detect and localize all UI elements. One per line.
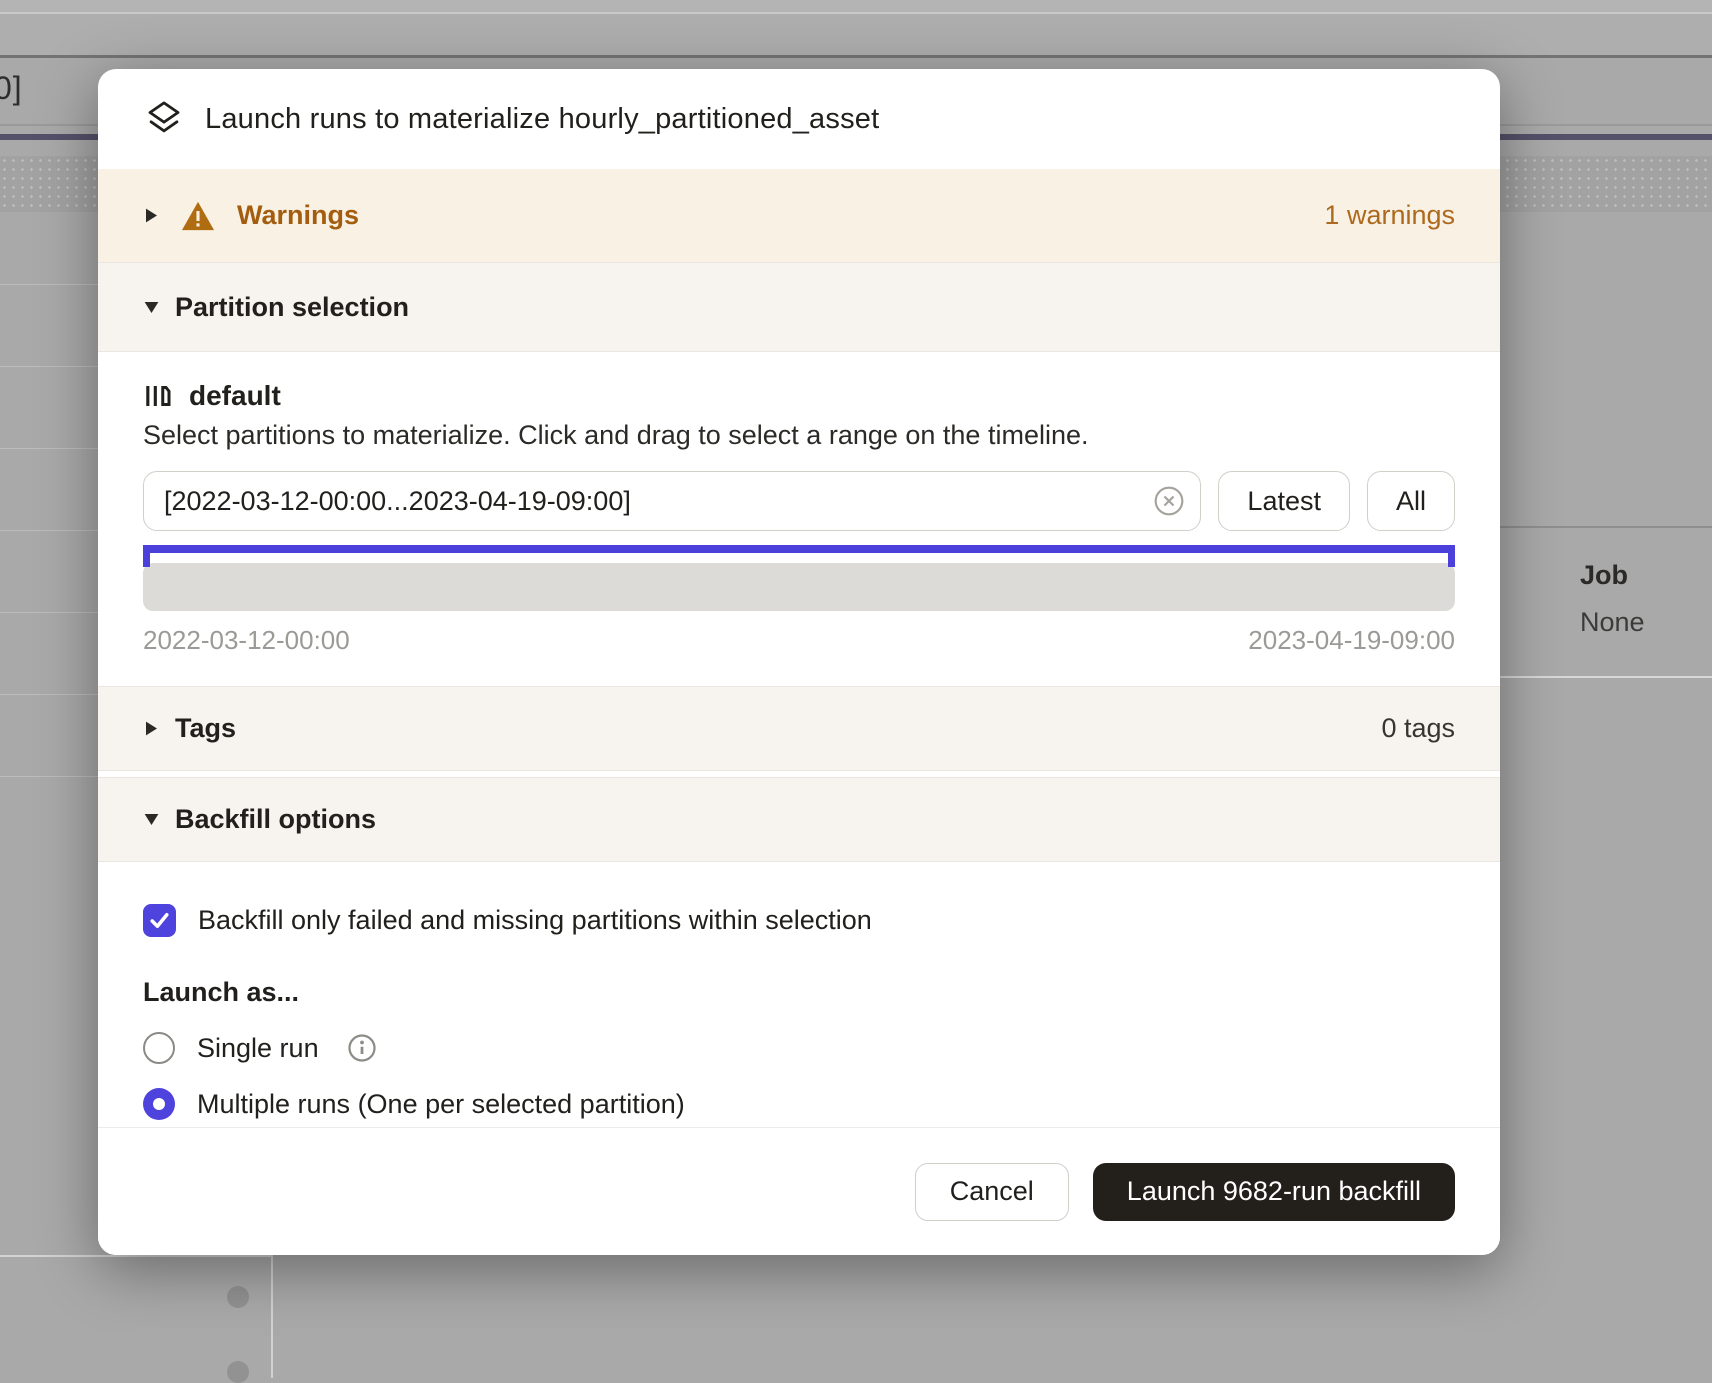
multiple-runs-label: Multiple runs (One per selected partitio… (197, 1089, 685, 1120)
radio-checked-icon[interactable] (143, 1088, 175, 1120)
warnings-section-toggle[interactable]: Warnings 1 warnings (98, 169, 1500, 262)
chevron-right-icon (143, 721, 159, 736)
launch-backfill-dialog: Launch runs to materialize hourly_partit… (98, 69, 1500, 1255)
single-run-radio-row[interactable]: Single run (143, 1032, 1455, 1064)
dimension-row: default (143, 380, 1455, 412)
launch-as-label: Launch as... (143, 977, 1455, 1008)
chevron-down-icon (143, 814, 159, 825)
partition-dimension-icon (143, 381, 173, 411)
radio-unchecked-icon[interactable] (143, 1032, 175, 1064)
chevron-down-icon (143, 302, 159, 313)
bg-divider (0, 55, 1712, 58)
bg-row-line (0, 448, 98, 449)
partition-selection-toggle[interactable]: Partition selection (98, 262, 1500, 352)
bg-row-line (0, 776, 98, 777)
cancel-button[interactable]: Cancel (915, 1163, 1069, 1221)
partition-selection-range-bar[interactable] (143, 545, 1455, 553)
bg-row-line (0, 694, 98, 695)
screen: 0] Job None Launch runs to materiali (0, 0, 1712, 1378)
tags-count-badge: 0 tags (1381, 713, 1455, 744)
partition-timeline[interactable] (143, 563, 1455, 611)
dialog-title: Launch runs to materialize hourly_partit… (205, 103, 879, 136)
bg-status-dot (227, 1361, 249, 1383)
bg-clipped-input-text: 0] (0, 70, 23, 107)
bg-row-line (0, 1255, 272, 1257)
tags-section-toggle[interactable]: Tags 0 tags (98, 686, 1500, 771)
backfill-options-title: Backfill options (175, 804, 376, 835)
latest-button[interactable]: Latest (1218, 471, 1350, 531)
bg-row-line (1500, 676, 1712, 678)
backfill-only-failed-label: Backfill only failed and missing partiti… (198, 905, 872, 936)
partition-selection-content: default Select partitions to materialize… (98, 352, 1500, 686)
partition-input-wrap (143, 471, 1201, 531)
bg-row-line (0, 612, 98, 613)
clear-selection-icon[interactable] (1153, 485, 1185, 517)
partition-range-input[interactable] (143, 471, 1201, 531)
bg-top-band (0, 0, 1712, 12)
tags-section-title: Tags (175, 713, 236, 744)
bg-toolbar-band (0, 14, 1712, 55)
materialize-layers-icon (143, 98, 185, 140)
bg-status-dot (227, 1286, 249, 1308)
timeline-end-date: 2023-04-19-09:00 (1248, 625, 1455, 656)
single-run-label: Single run (197, 1033, 319, 1064)
dialog-header: Launch runs to materialize hourly_partit… (98, 69, 1500, 169)
bg-row-line (0, 284, 98, 285)
partition-selection-title: Partition selection (175, 292, 409, 323)
checkbox-checked-icon[interactable] (143, 904, 176, 937)
chevron-right-icon (143, 208, 159, 223)
bg-column-line (271, 1255, 273, 1378)
info-circle-icon[interactable] (347, 1033, 377, 1063)
bg-job-column-value: None (1580, 607, 1645, 638)
bg-job-column-header: Job (1580, 560, 1628, 591)
timeline-date-labels: 2022-03-12-00:00 2023-04-19-09:00 (143, 625, 1455, 656)
warning-triangle-icon (181, 201, 215, 231)
backfill-only-failed-checkbox-row[interactable]: Backfill only failed and missing partiti… (143, 904, 1455, 937)
multiple-runs-radio-row[interactable]: Multiple runs (One per selected partitio… (143, 1088, 1455, 1120)
backfill-options-content: Backfill only failed and missing partiti… (98, 862, 1500, 1127)
partition-input-row: Latest All (143, 471, 1455, 531)
warnings-count-badge: 1 warnings (1324, 200, 1455, 231)
warnings-label: Warnings (237, 200, 359, 231)
all-button[interactable]: All (1367, 471, 1455, 531)
partition-help-text: Select partitions to materialize. Click … (143, 420, 1455, 451)
bg-row-line (0, 530, 98, 531)
dimension-name: default (189, 380, 281, 412)
dialog-footer: Cancel Launch 9682-run backfill (98, 1127, 1500, 1255)
bg-row-line (1500, 526, 1712, 528)
timeline-start-date: 2022-03-12-00:00 (143, 625, 350, 656)
bg-row-line (0, 366, 98, 367)
backfill-options-toggle[interactable]: Backfill options (98, 777, 1500, 862)
launch-backfill-button[interactable]: Launch 9682-run backfill (1093, 1163, 1455, 1221)
